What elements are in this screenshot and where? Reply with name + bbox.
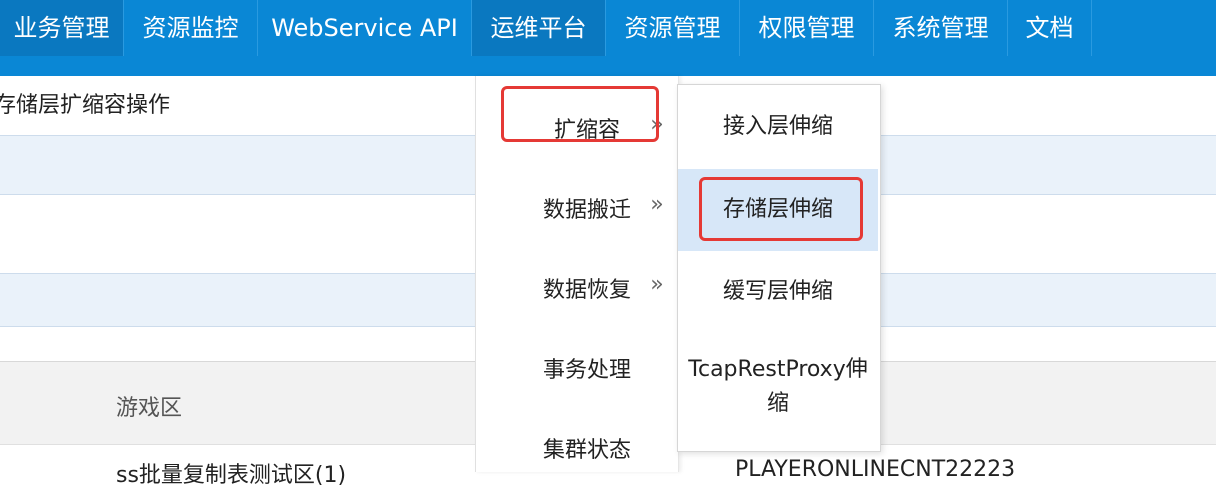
nav-item-docs[interactable]: 文档 xyxy=(1008,0,1092,56)
menu-item-scaling[interactable]: 扩缩容 » xyxy=(476,84,678,164)
menu-item-cluster-status[interactable]: 集群状态 xyxy=(476,404,678,484)
menu-item-label: 扩缩容 xyxy=(553,118,620,143)
double-chevron-right-icon: » xyxy=(650,272,664,297)
top-nav-bar: 业务管理 资源监控 WebService API 运维平台 资源管理 权限管理 … xyxy=(0,0,1216,77)
ops-platform-dropdown: 扩缩容 » 数据搬迁 » 数据恢复 » 事务处理 集群状态 xyxy=(475,76,679,472)
menu-item-data-migration[interactable]: 数据搬迁 » xyxy=(476,164,678,244)
table-cell-table-name: PLAYERONLINECNT22223 xyxy=(735,457,1016,482)
submenu-item-cache-write-layer[interactable]: 缓写层伸缩 xyxy=(678,251,878,333)
nav-item-ops-platform[interactable]: 运维平台 xyxy=(472,0,606,56)
menu-item-label: 集群状态 xyxy=(542,438,631,463)
nav-item-webservice-api[interactable]: WebService API xyxy=(258,0,472,56)
nav-item-system[interactable]: 系统管理 xyxy=(874,0,1008,56)
submenu-item-access-layer[interactable]: 接入层伸缩 xyxy=(678,85,878,169)
menu-item-transactions[interactable]: 事务处理 xyxy=(476,324,678,404)
menu-item-label: 数据恢复 xyxy=(542,278,631,303)
submenu-item-tcaprestproxy[interactable]: TcapRestProxy伸缩 xyxy=(678,353,878,421)
nav-item-resources[interactable]: 资源管理 xyxy=(606,0,740,56)
nav-item-business[interactable]: 业务管理 xyxy=(0,0,124,56)
menu-item-label: 事务处理 xyxy=(542,358,631,383)
submenu-item-storage-layer[interactable]: 存储层伸缩 xyxy=(678,169,878,251)
breadcrumb: 存储层扩缩容操作 xyxy=(0,93,171,118)
double-chevron-right-icon: » xyxy=(650,192,664,217)
scaling-submenu: 接入层伸缩 存储层伸缩 缓写层伸缩 TcapRestProxy伸缩 xyxy=(677,84,881,452)
nav-item-permissions[interactable]: 权限管理 xyxy=(740,0,874,56)
double-chevron-right-icon: » xyxy=(650,112,664,137)
menu-item-data-recovery[interactable]: 数据恢复 » xyxy=(476,244,678,324)
column-header-game-zone: 游戏区 xyxy=(116,396,183,421)
nav-item-monitoring[interactable]: 资源监控 xyxy=(124,0,258,56)
menu-item-label: 数据搬迁 xyxy=(542,198,631,223)
table-cell-zone: ss批量复制表测试区(1) xyxy=(116,463,347,488)
